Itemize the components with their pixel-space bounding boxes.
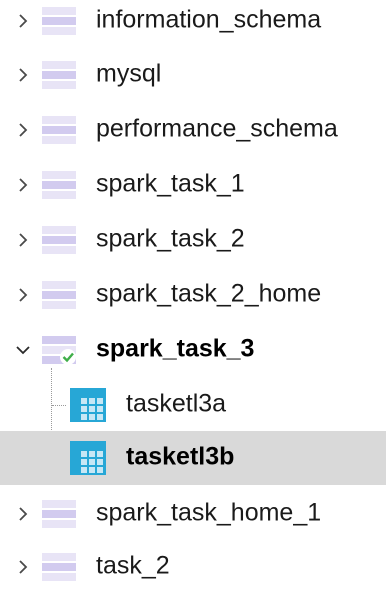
tree-item-spark-task-2-home[interactable]: spark_task_2_home: [0, 268, 386, 322]
tree-item-label: mysql: [96, 59, 162, 88]
tree-item-label: performance_schema: [96, 114, 338, 143]
tree-item-spark-task-2[interactable]: spark_task_2: [0, 213, 386, 267]
table-icon: [70, 441, 106, 475]
tree-item-label: information_schema: [96, 5, 322, 34]
chevron-right-icon[interactable]: [14, 286, 32, 304]
chevron-right-icon[interactable]: [14, 66, 32, 84]
tree-item-information-schema[interactable]: information_schema: [0, 0, 386, 48]
tree-item-tasketl3b[interactable]: tasketl3b: [0, 431, 386, 485]
tree-item-label: tasketl3a: [126, 389, 227, 418]
database-check-icon: [42, 336, 76, 365]
chevron-down-icon[interactable]: [14, 341, 32, 359]
tree-item-label: task_2: [96, 551, 170, 580]
database-icon: [42, 500, 76, 528]
database-icon: [42, 171, 76, 199]
chevron-right-icon[interactable]: [14, 231, 32, 249]
tree-item-performance-schema[interactable]: performance_schema: [0, 103, 386, 157]
database-tree: information_schema mysql performance_sch…: [0, 0, 386, 582]
chevron-right-icon[interactable]: [14, 121, 32, 139]
tree-item-tasketl3a[interactable]: tasketl3a: [0, 378, 386, 432]
tree-item-mysql[interactable]: mysql: [0, 48, 386, 102]
tree-item-label: spark_task_1: [96, 169, 245, 198]
tree-item-spark-task-home-1[interactable]: spark_task_home_1: [0, 487, 386, 541]
table-icon: [70, 388, 106, 422]
chevron-right-icon[interactable]: [14, 176, 32, 194]
chevron-right-icon[interactable]: [14, 558, 32, 576]
tree-item-label: spark_task_3: [96, 334, 255, 363]
tree-item-label: tasketl3b: [126, 442, 235, 471]
database-icon: [42, 281, 76, 309]
database-icon: [42, 553, 76, 581]
database-icon: [42, 226, 76, 254]
tree-item-spark-task-3[interactable]: spark_task_3: [0, 323, 386, 377]
database-icon: [42, 7, 76, 35]
database-icon: [42, 116, 76, 144]
tree-item-task-2[interactable]: task_2: [0, 540, 386, 594]
tree-item-label: spark_task_home_1: [96, 498, 322, 527]
database-icon: [42, 61, 76, 89]
chevron-right-icon[interactable]: [14, 505, 32, 523]
tree-item-spark-task-1[interactable]: spark_task_1: [0, 158, 386, 212]
chevron-right-icon[interactable]: [14, 12, 32, 30]
tree-item-label: spark_task_2_home: [96, 279, 322, 308]
tree-item-label: spark_task_2: [96, 224, 245, 253]
